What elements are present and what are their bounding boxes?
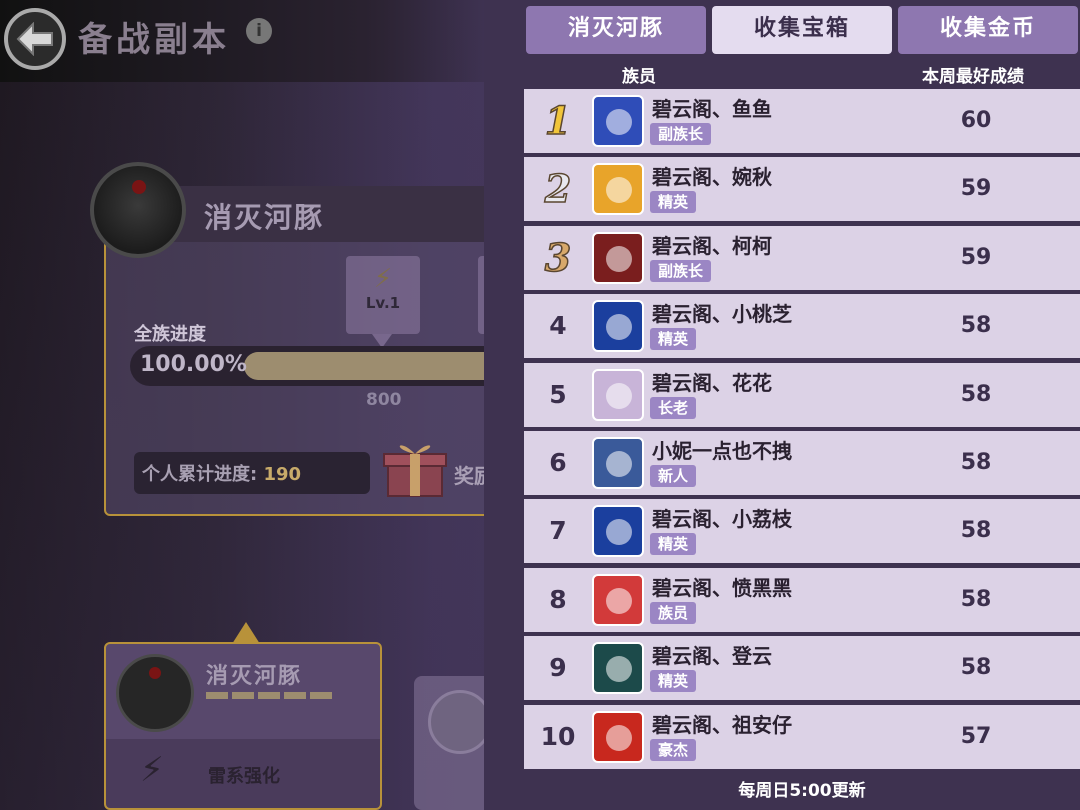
update-note: 每周日5:00更新 (738, 781, 866, 801)
progress-value: 100.00% (140, 352, 247, 377)
role-badge: 副族长 (650, 259, 712, 282)
sub-boss-icon (116, 654, 194, 732)
ranking-row[interactable]: 8 碧云阁、愤黑黑 族员 58 (524, 567, 1080, 632)
best-score: 58 (960, 518, 992, 544)
role-badge: 豪杰 (650, 738, 697, 761)
ranking-row[interactable]: 9 碧云阁、登云 精英 58 (524, 636, 1080, 701)
dungeon-name: 消灭河豚 (204, 201, 325, 234)
rank-number: 10 (540, 721, 576, 751)
role-badge: 精英 (650, 533, 697, 556)
member-avatar[interactable] (592, 231, 644, 284)
member-avatar[interactable] (592, 710, 644, 763)
best-score: 58 (960, 313, 992, 339)
member-name: 碧云阁、祖安仔 (652, 712, 792, 737)
rank-number: 9 (549, 653, 567, 683)
best-score: 60 (960, 108, 992, 133)
best-score: 58 (960, 449, 992, 475)
sub-buff-label: 雷系强化 (208, 766, 280, 787)
role-badge: 新人 (650, 464, 697, 487)
personal-progress-label: 个人累计进度: (142, 464, 258, 485)
best-score: 59 (960, 244, 992, 270)
member-name: 碧云阁、花花 (652, 370, 772, 395)
chest-icon (428, 690, 492, 754)
tab-eliminate-puffer[interactable]: 消灭河豚 (526, 6, 706, 54)
member-name: 碧云阁、愤黑黑 (652, 575, 792, 600)
boss-icon (90, 162, 186, 258)
member-avatar[interactable] (592, 505, 644, 558)
ranking-row[interactable]: 7 碧云阁、小荔枝 精英 58 (524, 499, 1080, 564)
personal-progress-value: 190 (263, 464, 302, 485)
member-name: 碧云阁、小荔枝 (652, 507, 792, 532)
member-avatar[interactable] (592, 95, 644, 147)
member-name: 小妮一点也不拽 (652, 438, 792, 463)
best-score: 57 (960, 723, 992, 749)
member-name: 碧云阁、登云 (652, 644, 772, 669)
ranking-row[interactable]: 1 碧云阁、鱼鱼 副族长 60 (524, 89, 1080, 153)
level-label: Lv.1 (365, 294, 401, 312)
ranking-row[interactable]: 10 碧云阁、祖安仔 豪杰 57 (524, 704, 1080, 769)
rank-number: 6 (549, 447, 567, 477)
rank-number: 3 (544, 234, 572, 281)
member-avatar[interactable] (592, 300, 644, 353)
column-best-score: 本周最好成绩 (922, 67, 1024, 87)
rank-number: 4 (549, 311, 567, 341)
gift-icon[interactable] (380, 434, 450, 500)
best-score: 58 (960, 381, 992, 407)
ranking-row[interactable]: 6 小妮一点也不拽 新人 58 (524, 430, 1080, 495)
info-icon[interactable]: i (246, 18, 272, 44)
sub-progress-dashes (206, 692, 332, 699)
member-name: 碧云阁、柯柯 (652, 233, 772, 258)
member-avatar[interactable] (592, 163, 644, 216)
ranking-row[interactable]: 2 碧云阁、婉秋 精英 59 (524, 157, 1080, 222)
rank-number: 8 (549, 584, 567, 614)
role-badge: 副族长 (650, 123, 712, 145)
lightning-icon: ⚡ (373, 264, 393, 294)
progress-label: 全族进度 (134, 324, 206, 345)
member-name: 碧云阁、婉秋 (652, 165, 772, 190)
lightning-icon: ⚡ (140, 750, 164, 790)
rank-number: 5 (549, 379, 567, 409)
ranking-row[interactable]: 3 碧云阁、柯柯 副族长 59 (524, 225, 1080, 290)
role-badge: 长老 (650, 396, 697, 419)
level-node[interactable]: ⚡ Lv.1 (346, 256, 420, 334)
progress-milestone: 800 (366, 390, 402, 410)
member-avatar[interactable] (592, 436, 644, 489)
ranking-list: 1 碧云阁、鱼鱼 副族长 60 2 碧云阁、婉秋 精英 59 3 碧云阁、柯柯 副族长 59 4 碧云阁、… (524, 89, 1080, 773)
progress-fill (244, 352, 524, 380)
rank-number: 7 (549, 516, 567, 546)
role-badge: 族员 (650, 601, 697, 624)
back-button[interactable] (4, 8, 66, 70)
page-title: 备战副本 (78, 20, 230, 60)
ranking-row[interactable]: 4 碧云阁、小桃芝 精英 58 (524, 294, 1080, 359)
column-member: 族员 (622, 67, 656, 87)
role-badge: 精英 (650, 191, 697, 214)
personal-progress: 个人累计进度: 190 (134, 452, 370, 494)
sub-dungeon-name: 消灭河豚 (206, 664, 303, 689)
best-score: 58 (960, 655, 992, 681)
member-name: 碧云阁、小桃芝 (652, 302, 792, 327)
ranking-row[interactable]: 5 碧云阁、花花 长老 58 (524, 362, 1080, 427)
rank-number: 2 (544, 166, 572, 213)
tab-collect-coins[interactable]: 收集金币 (898, 6, 1078, 54)
member-avatar[interactable] (592, 573, 644, 626)
tab-collect-chest[interactable]: 收集宝箱 (712, 6, 892, 54)
selected-pointer (232, 622, 260, 644)
rank-number: 1 (544, 97, 572, 144)
role-badge: 精英 (650, 670, 697, 693)
member-avatar[interactable] (592, 368, 644, 421)
role-badge: 精英 (650, 328, 697, 351)
clan-progress-bar: 100.00% (130, 346, 524, 386)
best-score: 59 (960, 176, 992, 202)
best-score: 58 (960, 586, 992, 612)
arrow-left-icon (16, 22, 53, 56)
member-avatar[interactable] (592, 642, 644, 695)
member-name: 碧云阁、鱼鱼 (652, 97, 772, 121)
